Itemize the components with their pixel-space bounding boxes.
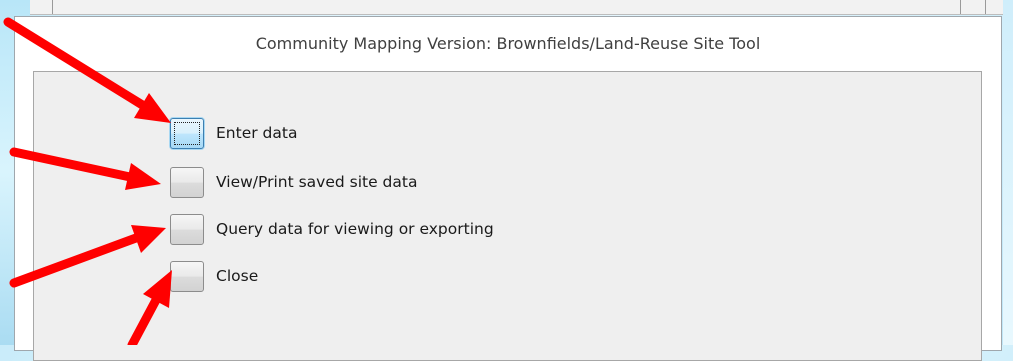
options-panel: Enter data View/Print saved site data Qu… <box>33 71 982 361</box>
background-divider <box>52 0 53 14</box>
close-button[interactable] <box>170 260 204 292</box>
view-print-button[interactable] <box>170 166 204 198</box>
option-row-query-data: Query data for viewing or exporting <box>170 212 494 246</box>
background-window-top-band <box>30 0 1005 15</box>
enter-data-label: Enter data <box>216 124 298 142</box>
close-label: Close <box>216 267 259 285</box>
enter-data-button[interactable] <box>170 117 204 149</box>
query-data-label: Query data for viewing or exporting <box>216 220 494 238</box>
dialog-title: Community Mapping Version: Brownfields/L… <box>255 34 761 53</box>
option-row-enter-data: Enter data <box>170 116 297 150</box>
background-divider <box>985 0 986 14</box>
query-data-button[interactable] <box>170 213 204 245</box>
switchboard-dialog: Community Mapping Version: Brownfields/L… <box>14 16 1002 361</box>
option-row-close: Close <box>170 259 258 293</box>
background-right-edge <box>1003 0 1013 345</box>
option-row-view-print: View/Print saved site data <box>170 165 417 199</box>
view-print-label: View/Print saved site data <box>216 173 418 191</box>
background-divider <box>960 0 961 14</box>
